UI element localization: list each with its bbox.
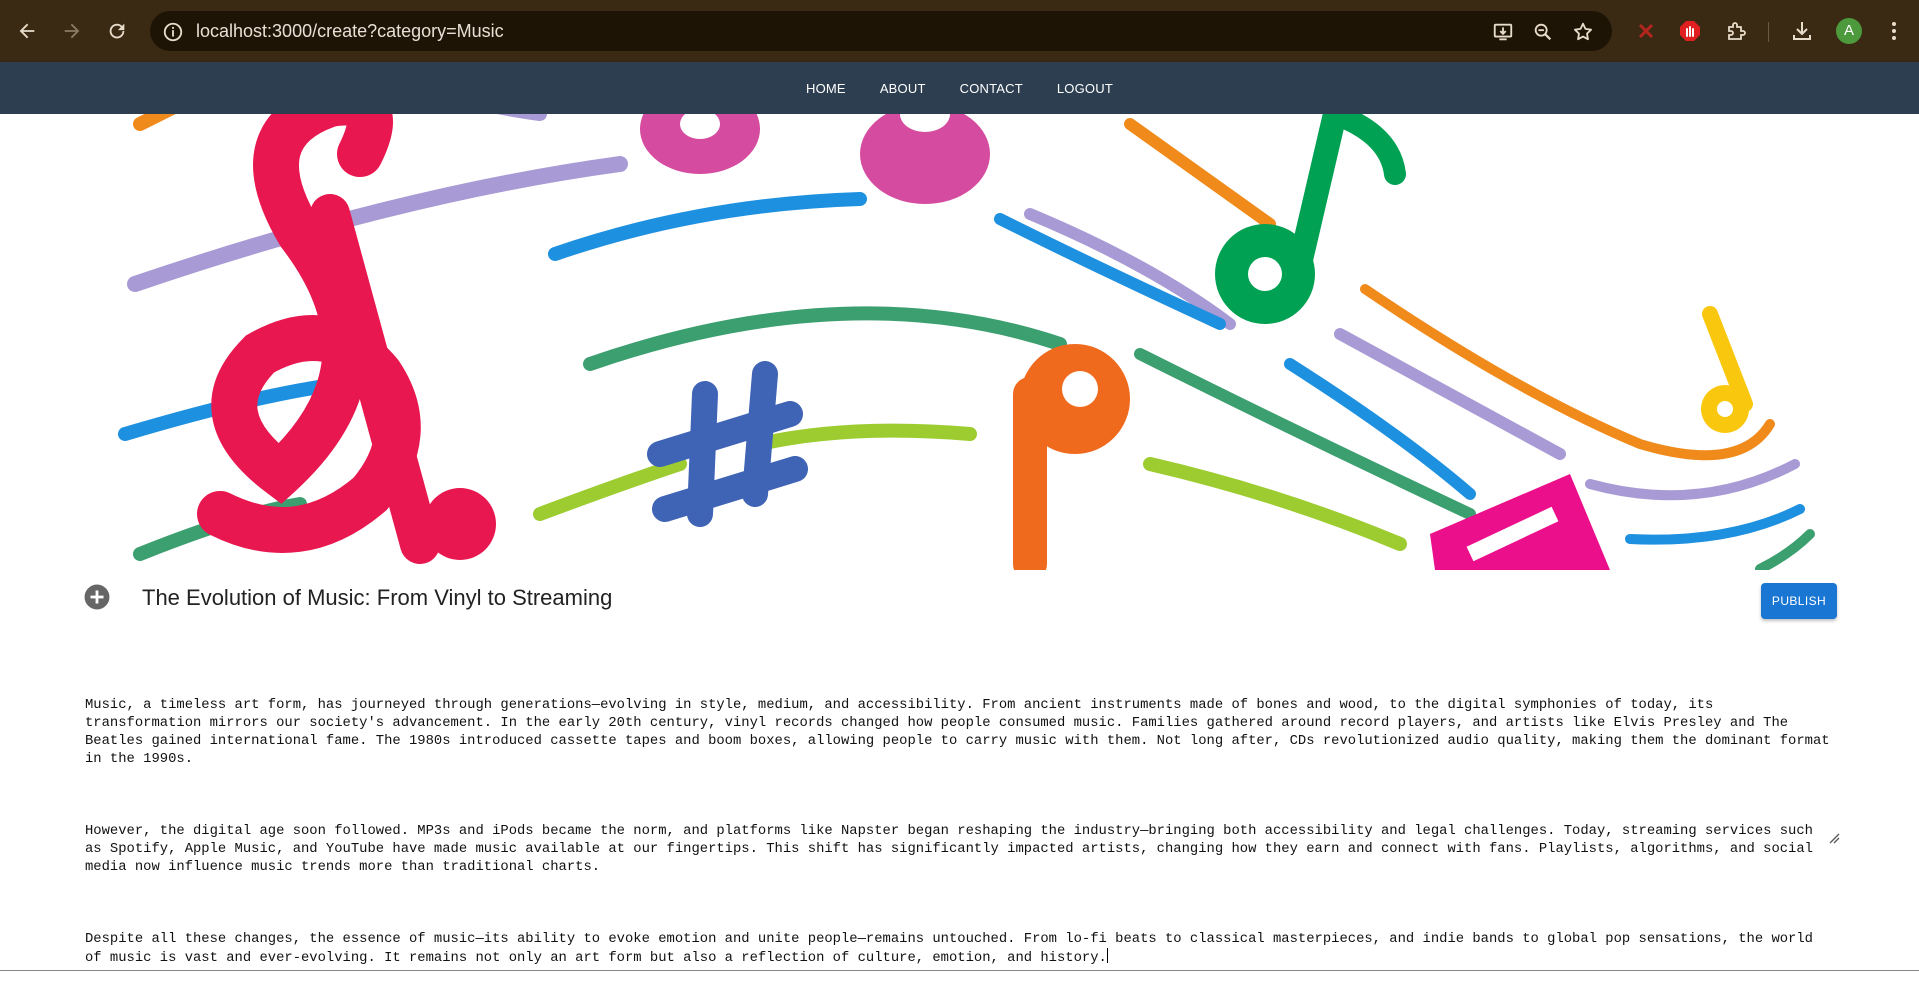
nav-about-link[interactable]: ABOUT: [880, 81, 926, 96]
back-arrow-icon: [19, 23, 35, 39]
forward-button[interactable]: [55, 14, 89, 48]
reload-icon: [109, 23, 125, 39]
adblock-hand-icon[interactable]: [1678, 19, 1702, 43]
nav-logout-link[interactable]: LOGOUT: [1057, 81, 1113, 96]
story-paragraph-text: Despite all these changes, the essence o…: [85, 931, 1822, 966]
story-textarea[interactable]: Music, a timeless art form, has journeye…: [85, 660, 1838, 966]
page-bottom-divider: [0, 970, 1919, 971]
story-paragraph: Music, a timeless art form, has journeye…: [85, 697, 1838, 767]
install-app-icon[interactable]: [1492, 21, 1514, 43]
app-navbar: HOME ABOUT CONTACT LOGOUT: [0, 62, 1919, 114]
forward-arrow-icon: [64, 23, 80, 39]
publish-button[interactable]: PUBLISH: [1761, 583, 1837, 619]
nav-links: HOME ABOUT CONTACT LOGOUT: [0, 62, 1919, 114]
story-paragraph: Despite all these changes, the essence o…: [85, 930, 1837, 967]
profile-avatar[interactable]: A: [1836, 18, 1862, 44]
browser-menu-icon[interactable]: [1882, 19, 1906, 43]
nav-contact-link[interactable]: CONTACT: [960, 81, 1023, 96]
nav-home-link[interactable]: HOME: [806, 81, 846, 96]
toolbar-divider: [1768, 22, 1769, 42]
resize-handle-icon[interactable]: [1828, 832, 1840, 844]
zoom-icon[interactable]: [1532, 21, 1554, 43]
browser-toolbar: localhost:3000/create?category=Music A: [0, 0, 1919, 62]
back-button[interactable]: [10, 14, 44, 48]
story-title-input[interactable]: The Evolution of Music: From Vinyl to St…: [142, 585, 1242, 611]
address-bar[interactable]: localhost:3000/create?category=Music: [150, 11, 1612, 51]
story-paragraph: However, the digital age soon followed. …: [85, 823, 1822, 875]
extension-red-icon[interactable]: [1634, 19, 1658, 43]
add-circle-icon[interactable]: [84, 584, 110, 610]
url-text: localhost:3000/create?category=Music: [196, 21, 504, 41]
music-banner-image: [0, 114, 1919, 570]
reload-button[interactable]: [100, 14, 134, 48]
download-icon[interactable]: [1790, 19, 1814, 43]
text-caret: [1106, 948, 1108, 963]
site-info-icon[interactable]: [162, 21, 184, 43]
extensions-puzzle-icon[interactable]: [1724, 19, 1748, 43]
bookmark-star-icon[interactable]: [1572, 21, 1594, 43]
